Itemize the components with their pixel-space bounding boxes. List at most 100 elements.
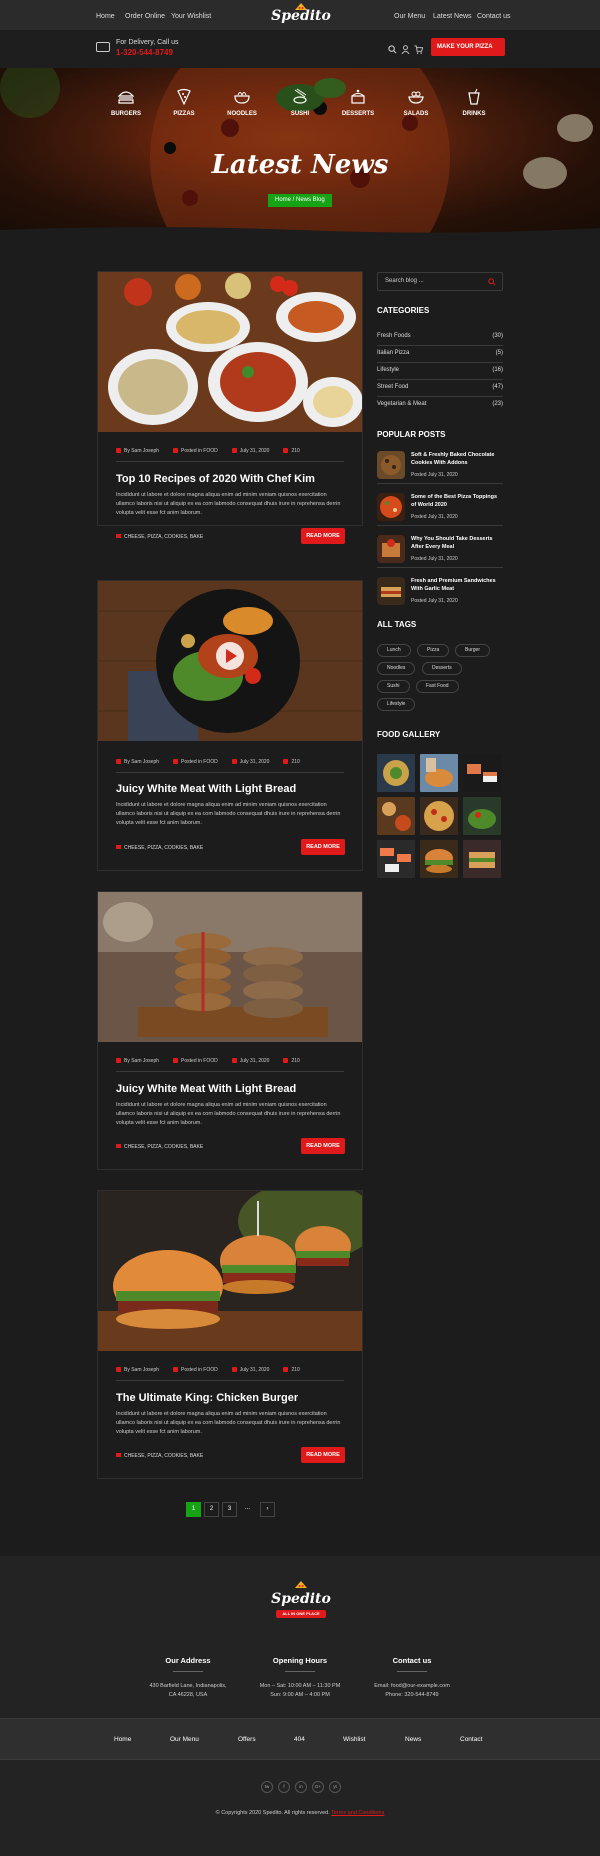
twitter-icon[interactable]: tw <box>261 1781 273 1793</box>
footer-link-menu[interactable]: Our Menu <box>170 1736 199 1743</box>
tag-pill[interactable]: Noodles <box>377 662 416 675</box>
gallery-thumb[interactable] <box>420 754 458 792</box>
post-comments[interactable]: 210 <box>283 1367 300 1373</box>
tag-pill[interactable]: Pizza <box>417 644 450 657</box>
page-3[interactable]: 3 <box>222 1502 237 1517</box>
google-plus-icon[interactable]: G+ <box>312 1781 324 1793</box>
page-2[interactable]: 2 <box>204 1502 219 1517</box>
nav-contact[interactable]: Contact us <box>477 13 510 20</box>
contact-phone[interactable]: Phone: 320-544-8749 <box>342 1691 482 1700</box>
breadcrumb[interactable]: Home / News Blog <box>268 194 332 207</box>
gallery-thumb[interactable] <box>420 797 458 835</box>
gallery-thumb[interactable] <box>463 840 501 878</box>
footer-link-home[interactable]: Home <box>114 1736 131 1743</box>
gallery-thumb[interactable] <box>420 840 458 878</box>
category-link[interactable]: Lifestyle (16) <box>377 363 503 380</box>
post-image[interactable] <box>98 1191 362 1351</box>
category-salads[interactable]: SALADS <box>390 88 442 117</box>
gallery-thumb[interactable] <box>377 797 415 835</box>
category-link[interactable]: Fresh Foods (30) <box>377 329 503 346</box>
popular-post[interactable]: Why You Should Take Desserts After Every… <box>377 532 503 568</box>
tag-pill[interactable]: Burger <box>455 644 491 657</box>
footer-logo[interactable]: Spedito ALL IN ONE PLACE <box>258 1580 344 1618</box>
read-more-button[interactable]: READ MORE <box>301 1447 345 1463</box>
post-author[interactable]: By Sam Joseph <box>116 1058 159 1064</box>
category-drinks[interactable]: DRINKS <box>448 88 500 117</box>
post-comments[interactable]: 210 <box>283 759 300 765</box>
popular-post-date: Posted July 31, 2020 <box>411 598 458 604</box>
page-ellipsis: ... <box>244 1505 250 1511</box>
post-meta: By Sam Joseph Posted in FOOD July 31, 20… <box>116 1367 300 1373</box>
cart-icon[interactable] <box>414 45 423 54</box>
terms-link[interactable]: Terms and Conditions <box>331 1810 384 1816</box>
delivery-phone[interactable]: 1-320-544-8749 <box>116 48 173 57</box>
popular-post[interactable]: Fresh and Premium Sandwiches With Garlic… <box>377 574 503 610</box>
read-more-button[interactable]: READ MORE <box>301 1138 345 1154</box>
nav-our-menu[interactable]: Our Menu <box>394 13 425 20</box>
category-noodles[interactable]: NOODLES <box>216 88 268 117</box>
footer-link-offers[interactable]: Offers <box>238 1736 256 1743</box>
tag-pill[interactable]: Lunch <box>377 644 411 657</box>
search-icon[interactable] <box>488 278 496 286</box>
post-category[interactable]: Posted in FOOD <box>173 1367 218 1373</box>
blog-search[interactable]: Search blog ... <box>377 272 503 291</box>
category-link[interactable]: Street Food (47) <box>377 380 503 397</box>
footer-link-contact[interactable]: Contact <box>460 1736 482 1743</box>
post-author[interactable]: By Sam Joseph <box>116 448 159 454</box>
footer-link-404[interactable]: 404 <box>294 1736 305 1743</box>
post-comments[interactable]: 210 <box>283 1058 300 1064</box>
post-category[interactable]: Posted in FOOD <box>173 759 218 765</box>
divider <box>116 1380 344 1381</box>
category-desserts[interactable]: DESSERTS <box>332 88 384 117</box>
category-sushi[interactable]: SUSHI <box>274 88 326 117</box>
tag-pill[interactable]: Lifestyle <box>377 698 416 711</box>
gallery-thumb[interactable] <box>463 754 501 792</box>
gallery-thumb[interactable] <box>377 754 415 792</box>
gallery-thumb[interactable] <box>377 840 415 878</box>
post-title[interactable]: The Ultimate King: Chicken Burger <box>116 1392 298 1404</box>
page-next[interactable]: › <box>260 1502 275 1517</box>
tag-pill[interactable]: Desserts <box>422 662 462 675</box>
category-burgers[interactable]: BURGERS <box>100 88 152 117</box>
category-pizzas[interactable]: PIZZAS <box>158 88 210 117</box>
post-category[interactable]: Posted in FOOD <box>173 448 218 454</box>
popular-post-title[interactable]: Soft & Freshly Baked Chocolate Cookies W… <box>411 451 503 467</box>
facebook-icon[interactable]: f <box>278 1781 290 1793</box>
post-image[interactable] <box>98 272 362 432</box>
post-comments[interactable]: 210 <box>283 448 300 454</box>
popular-post[interactable]: Soft & Freshly Baked Chocolate Cookies W… <box>377 448 503 484</box>
youtube-icon[interactable]: yt <box>329 1781 341 1793</box>
category-link[interactable]: Italian Pizza (5) <box>377 346 503 363</box>
linkedin-icon[interactable]: in <box>295 1781 307 1793</box>
popular-post-title[interactable]: Why You Should Take Desserts After Every… <box>411 535 503 551</box>
footer-link-wishlist[interactable]: Wishlist <box>343 1736 365 1743</box>
popular-post-title[interactable]: Fresh and Premium Sandwiches With Garlic… <box>411 577 503 593</box>
user-icon[interactable] <box>401 45 410 54</box>
search-input[interactable]: Search blog ... <box>385 278 424 284</box>
footer-link-news[interactable]: News <box>405 1736 421 1743</box>
post-title[interactable]: Juicy White Meat With Light Bread <box>116 783 296 795</box>
post-title[interactable]: Top 10 Recipes of 2020 With Chef Kim <box>116 473 315 485</box>
post-author[interactable]: By Sam Joseph <box>116 1367 159 1373</box>
make-your-pizza-button[interactable]: MAKE YOUR PIZZA <box>431 38 505 56</box>
post-author[interactable]: By Sam Joseph <box>116 759 159 765</box>
post-category[interactable]: Posted in FOOD <box>173 1058 218 1064</box>
page-1[interactable]: 1 <box>186 1502 201 1517</box>
nav-latest-news[interactable]: Latest News <box>433 13 472 20</box>
post-image[interactable] <box>98 892 362 1042</box>
gallery-thumb[interactable] <box>463 797 501 835</box>
read-more-button[interactable]: READ MORE <box>301 528 345 544</box>
nav-wishlist[interactable]: Your Wishlist <box>171 13 211 20</box>
tag-pill[interactable]: Sushi <box>377 680 410 693</box>
popular-post-title[interactable]: Some of the Best Pizza Toppings of World… <box>411 493 503 509</box>
search-icon[interactable] <box>388 45 397 54</box>
nav-order-online[interactable]: Order Online <box>125 13 165 20</box>
popular-post[interactable]: Some of the Best Pizza Toppings of World… <box>377 490 503 526</box>
category-link[interactable]: Vegetarian & Meat (23) <box>377 397 503 414</box>
post-title[interactable]: Juicy White Meat With Light Bread <box>116 1083 296 1095</box>
nav-home[interactable]: Home <box>96 13 115 20</box>
tag-pill[interactable]: Fast Food <box>416 680 459 693</box>
read-more-button[interactable]: READ MORE <box>301 839 345 855</box>
post-image[interactable] <box>98 581 362 741</box>
contact-email[interactable]: Email: food@our-example.com <box>342 1682 482 1691</box>
